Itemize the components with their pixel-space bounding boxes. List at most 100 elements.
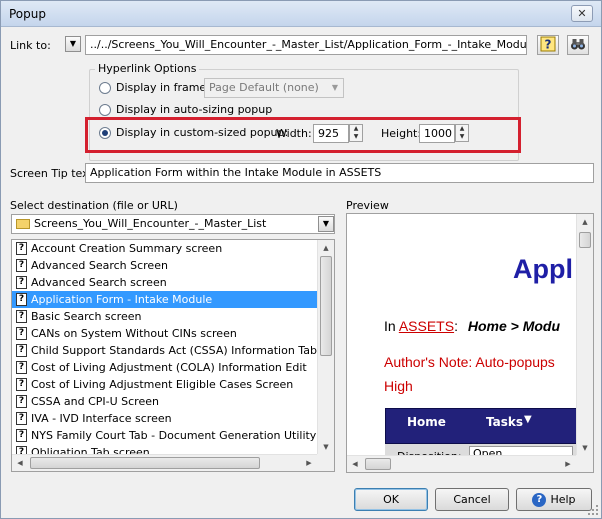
preview-colon: :	[454, 318, 458, 334]
list-item[interactable]: ? Cost of Living Adjustment (COLA) Inform…	[12, 359, 334, 376]
list-item[interactable]: ? Basic Search screen	[12, 308, 334, 325]
topic-icon: ?	[16, 378, 27, 391]
caret-down-icon: ▼	[524, 414, 532, 425]
scroll-corner	[317, 454, 334, 471]
list-item[interactable]: ? Application Form - Intake Module	[12, 291, 334, 308]
svg-text:?: ?	[545, 38, 552, 52]
topic-icon: ?	[16, 242, 27, 255]
list-item[interactable]: ? Advanced Search Screen	[12, 257, 334, 274]
close-icon: ✕	[577, 7, 587, 20]
title-bar: Popup ✕	[1, 1, 601, 27]
screen-tip-field[interactable]: Application Form within the Intake Modul…	[85, 163, 594, 183]
list-item-label: NYS Family Court Tab - Document Generati…	[31, 429, 317, 442]
destination-file-list[interactable]: ? Account Creation Summary screen? Advance…	[11, 239, 335, 472]
frame-select-chevron-icon: ▼	[331, 83, 339, 92]
preview-h-scroll-thumb[interactable]	[365, 458, 391, 470]
frame-select-value: Page Default (none)	[209, 81, 319, 94]
preview-label: Preview	[346, 199, 389, 212]
list-item-label: CSSA and CPI-U Screen	[31, 395, 159, 408]
file-list-items: ? Account Creation Summary screen? Advance…	[12, 240, 334, 461]
window-title: Popup	[9, 7, 46, 21]
cancel-button[interactable]: Cancel	[435, 488, 509, 511]
scroll-right-icon[interactable]: ▶	[301, 455, 317, 471]
browse-button[interactable]	[567, 35, 589, 55]
help-icon: ?	[540, 36, 556, 52]
help-button-label: Help	[550, 493, 576, 506]
list-item-label: Advanced Search screen	[31, 276, 167, 289]
list-item[interactable]: ? Cost of Living Adjustment Eligible Case…	[12, 376, 334, 393]
scroll-left-icon[interactable]: ◀	[12, 455, 28, 471]
scroll-left-icon[interactable]: ◀	[347, 456, 363, 472]
topic-icon: ?	[16, 395, 27, 408]
list-item-label: CANs on System Without CINs screen	[31, 327, 237, 340]
scroll-up-icon[interactable]: ▲	[318, 240, 334, 256]
preview-nav-home: Home	[407, 415, 446, 429]
list-item-label: Cost of Living Adjustment Eligible Cases…	[31, 378, 294, 391]
list-item[interactable]: ? Advanced Search screen	[12, 274, 334, 291]
close-button[interactable]: ✕	[571, 5, 593, 22]
file-list-scroll-thumb[interactable]	[320, 256, 332, 356]
binoculars-icon	[571, 39, 585, 50]
scroll-up-icon[interactable]: ▲	[577, 214, 593, 230]
preview-nav-bar: Home Tasks ▼	[385, 408, 580, 444]
chevron-down-icon: ▼	[69, 39, 77, 48]
link-history-dropdown[interactable]: ▼	[65, 36, 81, 52]
scroll-corner	[576, 455, 593, 472]
preview-location-line: In ASSETS: Home > Modu	[384, 318, 560, 334]
list-item[interactable]: ? CANs on System Without CINs screen	[12, 325, 334, 342]
preview-heading: Appl	[513, 254, 573, 284]
topic-icon: ?	[16, 293, 27, 306]
topic-icon: ?	[16, 429, 27, 442]
preview-note-line1: Author's Note: Auto-popups	[384, 354, 555, 370]
ok-button[interactable]: OK	[354, 488, 428, 511]
topic-icon: ?	[16, 327, 27, 340]
help-button[interactable]: ? Help	[516, 488, 592, 511]
topic-icon: ?	[16, 361, 27, 374]
scroll-down-icon[interactable]: ▼	[318, 439, 334, 455]
frame-select[interactable]: Page Default (none)	[204, 78, 344, 98]
auto-sizing-popup-label: Display in auto-sizing popup	[116, 103, 273, 116]
list-item[interactable]: ? CSSA and CPI-U Screen	[12, 393, 334, 410]
list-item-label: Application Form - Intake Module	[31, 293, 213, 306]
display-in-frame-label: Display in frame:	[116, 81, 210, 94]
scroll-down-icon[interactable]: ▼	[577, 440, 593, 456]
display-in-frame-radio[interactable]	[99, 82, 111, 94]
preview-in-text: In	[384, 318, 396, 334]
list-item[interactable]: ? NYS Family Court Tab - Document Generat…	[12, 427, 334, 444]
chevron-down-icon: ▼	[322, 219, 330, 228]
list-item[interactable]: ? Child Support Standards Act (CSSA) Info…	[12, 342, 334, 359]
preview-note-line2: High	[384, 378, 413, 394]
topic-icon: ?	[16, 276, 27, 289]
file-list-vertical-scrollbar[interactable]: ▲ ▼	[317, 240, 334, 455]
preview-scroll-thumb[interactable]	[579, 232, 591, 248]
list-item-label: Cost of Living Adjustment (COLA) Informa…	[31, 361, 307, 374]
destination-folder-dropdown[interactable]: ▼	[318, 216, 334, 232]
file-list-horizontal-scrollbar[interactable]: ◀ ▶	[12, 454, 317, 471]
topic-icon: ?	[16, 344, 27, 357]
list-item-label: Child Support Standards Act (CSSA) Infor…	[31, 344, 317, 357]
help-circle-icon: ?	[532, 493, 547, 507]
popup-dialog: Popup ✕ Link to: ▼ ../../Screens_You_Wil…	[0, 0, 602, 519]
list-item[interactable]: ? Account Creation Summary screen	[12, 240, 334, 257]
list-item[interactable]: ? IVA - IVD Interface screen	[12, 410, 334, 427]
preview-assets-link[interactable]: ASSETS	[399, 318, 454, 334]
file-list-h-scroll-thumb[interactable]	[30, 457, 260, 469]
list-item-label: Basic Search screen	[31, 310, 142, 323]
resize-grip-icon[interactable]	[587, 504, 599, 516]
topic-icon: ?	[16, 310, 27, 323]
scroll-right-icon[interactable]: ▶	[560, 456, 576, 472]
preview-nav-tasks: Tasks	[486, 415, 524, 429]
topic-icon: ?	[16, 412, 27, 425]
help-topic-button[interactable]: ?	[537, 35, 559, 55]
list-item-label: Advanced Search Screen	[31, 259, 168, 272]
select-destination-label: Select destination (file or URL)	[10, 199, 178, 212]
preview-vertical-scrollbar[interactable]: ▲ ▼	[576, 214, 593, 456]
preview-pane: Appl In ASSETS: Home > Modu Author's Not…	[346, 213, 594, 473]
destination-folder-select[interactable]: Screens_You_Will_Encounter_-_Master_List	[11, 214, 335, 234]
link-to-field[interactable]: ../../Screens_You_Will_Encounter_-_Maste…	[85, 35, 527, 55]
list-item-label: IVA - IVD Interface screen	[31, 412, 172, 425]
custom-size-highlight-box	[85, 117, 521, 153]
screen-tip-label: Screen Tip text:	[10, 167, 97, 180]
auto-sizing-popup-radio[interactable]	[99, 104, 111, 116]
preview-horizontal-scrollbar[interactable]: ◀ ▶	[347, 455, 576, 472]
